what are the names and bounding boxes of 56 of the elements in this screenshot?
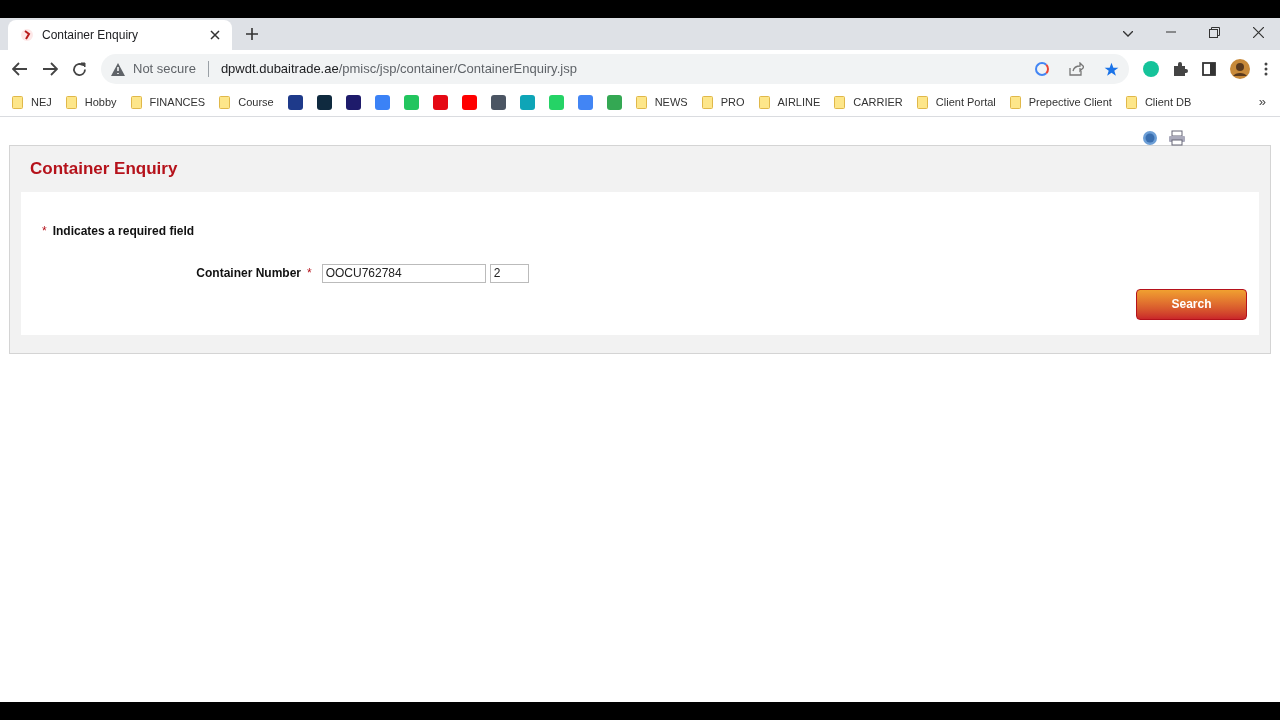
bookmark-site-icon[interactable] [287,94,303,110]
bookmark-folder[interactable]: Client Portal [916,93,996,111]
bookmark-site-icon[interactable] [316,94,332,110]
bookmark-folder[interactable]: Client DB [1125,93,1192,111]
print-icon[interactable] [1168,130,1186,146]
container-number-field[interactable]: OOCU762784 [321,263,486,283]
folder-icon [130,95,142,109]
bookmark-folder[interactable]: PRO [701,93,745,111]
folder-icon [65,95,77,109]
bookmark-folder[interactable]: Course [219,93,274,111]
more-bookmarks-button[interactable]: » [1258,92,1266,112]
bookmark-site-icon[interactable] [345,94,361,110]
security-label: Not secure [133,60,196,79]
bookmark-folder[interactable]: CARRIER [834,93,903,111]
bookmark-folder[interactable]: FINANCES [130,93,206,111]
address-bar[interactable]: Not secure dpwdt.dubaitrade.ae/pmisc/jsp/container/ContainerEnquiry.jsp [101,54,1129,84]
new-tab-icon[interactable] [246,28,258,40]
warning-icon [111,62,125,76]
tab-title: Container Enquiry [42,27,140,44]
bookmark-folder[interactable]: Hobby [65,93,117,111]
folder-icon [635,95,647,109]
folder-icon [1009,95,1021,109]
bookmark-folder[interactable]: NEWS [635,93,688,111]
reload-icon[interactable] [72,61,87,77]
bookmark-folder[interactable]: NEJ [12,93,52,111]
bookmark-folder[interactable]: Prepective Client [1009,93,1112,111]
avatar-icon[interactable] [1230,59,1250,79]
required-mark: * [307,265,312,282]
required-mark: * [42,222,47,240]
share-icon[interactable] [1069,62,1084,76]
folder-icon [916,95,928,109]
folder-icon [219,95,231,109]
required-note: Indicates a required field [52,222,195,240]
tab-list-icon[interactable] [1123,31,1133,37]
puzzle-icon[interactable] [1173,61,1188,77]
close-icon[interactable] [1253,27,1264,38]
bookmark-folder[interactable]: AIRLINE [758,93,821,111]
folder-icon [701,95,713,109]
folder-icon [1125,95,1137,109]
check-digit-field[interactable]: 2 [489,263,529,283]
field-label: Container Number [195,265,301,282]
page-title: Container Enquiry [29,158,179,180]
restore-icon[interactable] [1209,27,1220,38]
back-icon[interactable] [12,62,28,76]
star-icon[interactable] [1104,61,1119,77]
url-text: dpwdt.dubaitrade.ae/pmisc/jsp/container/ContainerEnquiry.jsp [220,60,577,79]
menu-icon[interactable] [1264,62,1268,76]
site-icon [20,28,34,42]
folder-icon [834,95,846,109]
close-icon[interactable] [210,30,220,40]
forward-icon[interactable] [42,62,58,76]
folder-icon [12,95,23,109]
folder-icon [758,95,770,109]
browser-tab[interactable]: Container Enquiry [8,20,232,50]
side-panel-icon[interactable] [1202,62,1216,76]
bookmark-site-icon[interactable] [490,94,506,110]
